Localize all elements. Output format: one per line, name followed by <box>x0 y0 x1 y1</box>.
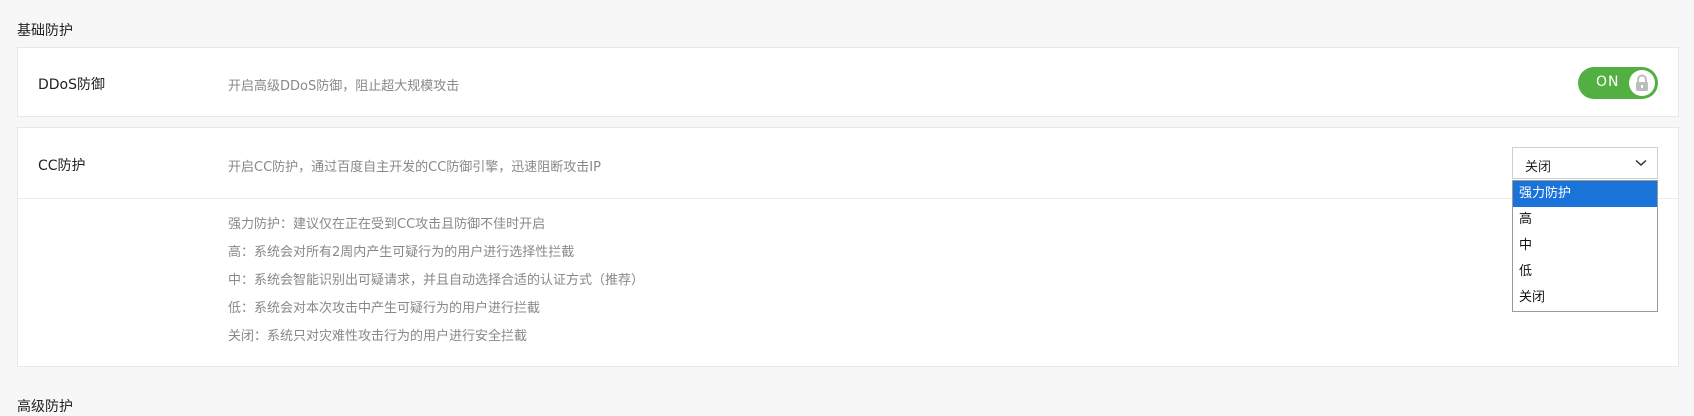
cc-card: CC防护 开启CC防护，通过百度自主开发的CC防御引擎，迅速阻断攻击IP 关闭 … <box>17 127 1679 367</box>
ddos-card: DDoS防御 开启高级DDoS防御，阻止超大规模攻击 ON <box>17 47 1679 117</box>
help-item-off: 关闭：系统只对灾难性攻击行为的用户进行安全拦截 <box>228 329 528 344</box>
ddos-description: 开启高级DDoS防御，阻止超大规模攻击 <box>228 79 460 94</box>
ddos-toggle-text: ON <box>1596 74 1620 90</box>
dropdown-option-off[interactable]: 关闭 <box>1513 285 1657 311</box>
cc-select-value: 关闭 <box>1525 160 1552 175</box>
help-item-high: 高：系统会对所有2周内产生可疑行为的用户进行选择性拦截 <box>228 245 575 260</box>
cc-help-list: 强力防护：建议仅在正在受到CC攻击且防御不佳时开启 高：系统会对所有2周内产生可… <box>228 213 644 353</box>
help-item-low: 低：系统会对本次攻击中产生可疑行为的用户进行拦截 <box>228 301 541 316</box>
help-item-strong: 强力防护：建议仅在正在受到CC攻击且防御不佳时开启 <box>228 217 546 232</box>
dropdown-option-medium[interactable]: 中 <box>1513 233 1657 259</box>
ddos-toggle[interactable]: ON <box>1578 67 1658 99</box>
dropdown-option-strong[interactable]: 强力防护 <box>1513 181 1657 207</box>
cc-level-dropdown: 强力防护 高 中 低 关闭 <box>1512 180 1658 312</box>
lock-icon <box>1636 74 1648 91</box>
section-title-advanced: 高级防护 <box>17 399 73 415</box>
section-title-basic: 基础防护 <box>17 23 73 39</box>
help-item-medium: 中：系统会智能识别出可疑请求，并且自动选择合适的认证方式（推荐） <box>228 273 645 288</box>
dropdown-option-low[interactable]: 低 <box>1513 259 1657 285</box>
cc-divider <box>18 198 1678 199</box>
dropdown-option-high[interactable]: 高 <box>1513 207 1657 233</box>
ddos-label: DDoS防御 <box>38 77 106 93</box>
chevron-down-icon <box>1635 159 1647 167</box>
cc-description: 开启CC防护，通过百度自主开发的CC防御引擎，迅速阻断攻击IP <box>228 160 601 175</box>
ddos-toggle-knob <box>1629 70 1655 96</box>
cc-label: CC防护 <box>38 158 86 174</box>
cc-level-select[interactable]: 关闭 <box>1512 147 1658 179</box>
